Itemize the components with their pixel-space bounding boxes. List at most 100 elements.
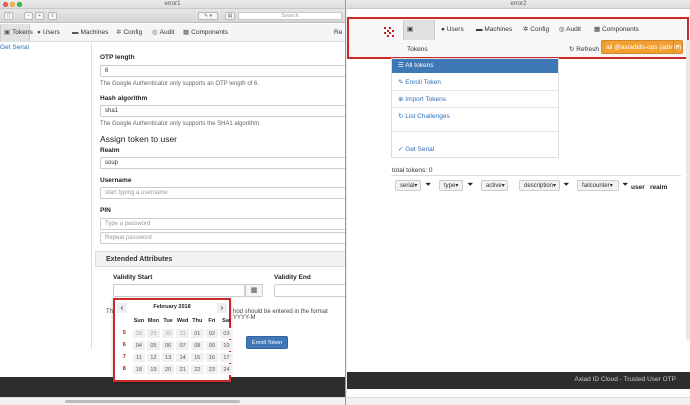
sidebar-item-list-challenges[interactable]: ↻ List Challenges xyxy=(398,112,450,120)
footer-text: Axiad ID Cloud - Trusted User OTP xyxy=(574,376,676,383)
calendar-day[interactable]: 24 xyxy=(219,364,234,375)
share-icon[interactable]: ⇪ xyxy=(48,12,57,20)
get-serial-link[interactable]: Get Serial xyxy=(0,44,29,51)
calendar-day[interactable]: 23 xyxy=(204,364,220,375)
hash-algorithm-select[interactable]: sha1 xyxy=(100,105,345,117)
calendar-day[interactable]: 17 xyxy=(219,352,234,363)
tab-tokens[interactable]: ▣ Tokens xyxy=(0,24,33,42)
refresh-button[interactable]: ↻ Refresh xyxy=(569,45,599,53)
pen-tool-icon[interactable]: ✎ ▾ xyxy=(198,12,218,20)
tab-machines[interactable]: ▬ Machines xyxy=(473,20,512,40)
footer-bar: Axiad ID Cloud - Trusted User OTP xyxy=(347,372,690,389)
datepicker-week-row: 7 11 12 13 14 15 16 17 xyxy=(117,352,234,363)
column-serial-sort[interactable]: serial▾ xyxy=(395,180,421,191)
search-field[interactable]: Search xyxy=(238,12,342,20)
calendar-day[interactable]: 22 xyxy=(189,364,205,375)
extended-attributes-header[interactable]: Extended Attributes xyxy=(95,251,345,267)
username-input[interactable]: start typing a username xyxy=(100,187,345,199)
calendar-day[interactable]: 29 xyxy=(146,328,161,339)
filter-icon[interactable]: ⏷ xyxy=(425,180,431,190)
tab-refresh-truncated[interactable]: Re xyxy=(331,24,342,42)
tab-config[interactable]: ✲ Config xyxy=(113,24,142,42)
tab-audit[interactable]: ◎ Audit xyxy=(556,20,581,40)
next-month-button[interactable]: › xyxy=(217,303,227,313)
otp-length-label: OTP length xyxy=(100,54,135,61)
calendar-day[interactable]: 19 xyxy=(146,364,161,375)
calendar-icon[interactable]: ▦ xyxy=(245,284,263,297)
calendar-day[interactable]: 03 xyxy=(219,328,234,339)
filter-icon[interactable]: ⏷ xyxy=(563,180,569,190)
calendar-day[interactable]: 07 xyxy=(175,340,190,351)
tab-machines[interactable]: ▬ Machines xyxy=(69,24,108,42)
week-number-header xyxy=(117,316,132,327)
horizontal-scrollbar[interactable] xyxy=(347,397,690,405)
divider xyxy=(392,131,558,132)
validity-end-input[interactable] xyxy=(274,284,345,297)
calendar-day[interactable]: 06 xyxy=(160,340,176,351)
sidebar-item-get-serial[interactable]: ✓ Get Serial xyxy=(398,145,434,153)
sidebar-item-enroll-token[interactable]: ✎ Enroll Token xyxy=(398,78,441,86)
divider xyxy=(392,107,558,108)
tab-users[interactable]: ● Users xyxy=(34,24,60,42)
column-realm: realm xyxy=(650,184,668,191)
sidebar-toggle-icon[interactable]: ▯ xyxy=(4,12,13,20)
tab-tokens[interactable]: ▣ Tokens xyxy=(403,20,435,53)
week-number: 8 xyxy=(122,366,126,372)
sidebar-item-all-tokens[interactable]: ☰ All tokens xyxy=(392,59,558,73)
calendar-day[interactable]: 18 xyxy=(131,364,147,375)
calendar-day[interactable]: 20 xyxy=(160,364,176,375)
otp-length-select[interactable]: 6 xyxy=(100,65,345,77)
calendar-day[interactable]: 21 xyxy=(175,364,190,375)
horizontal-scrollbar[interactable] xyxy=(0,397,345,405)
week-number: 7 xyxy=(122,354,126,360)
calendar-day[interactable]: 01 xyxy=(189,328,205,339)
repeat-pin-input[interactable]: Repeat password xyxy=(100,232,345,244)
tab-users[interactable]: ● Users xyxy=(438,20,464,40)
calendar-day[interactable]: 30 xyxy=(160,328,176,339)
reader-icon[interactable]: ▤ xyxy=(225,12,235,20)
weekday-header: Sat xyxy=(222,318,231,324)
weekday-header: Fri xyxy=(208,318,216,324)
calendar-day[interactable]: 15 xyxy=(189,352,205,363)
tab-config[interactable]: ✲ Config xyxy=(520,20,549,40)
calendar-day[interactable]: 02 xyxy=(204,328,220,339)
weekday-header: Mon xyxy=(147,318,160,324)
user-menu-button[interactable]: ali @axiadids-ops (admin) ▼ xyxy=(601,40,683,54)
zoom-in-icon[interactable]: + xyxy=(35,12,44,20)
chevron-down-icon[interactable]: ▼ xyxy=(673,41,682,53)
datepicker-month[interactable]: February 2018 xyxy=(131,304,213,310)
calendar-day[interactable]: 28 xyxy=(131,328,147,339)
pin-input[interactable]: Type a password xyxy=(100,218,345,230)
calendar-day[interactable]: 11 xyxy=(131,352,147,363)
calendar-day[interactable]: 09 xyxy=(204,340,220,351)
column-failcounter-sort[interactable]: failcounter▾ xyxy=(577,180,619,191)
column-active-sort[interactable]: active▾ xyxy=(481,180,508,191)
calendar-day[interactable]: 10 xyxy=(219,340,234,351)
vertical-scrollbar[interactable] xyxy=(686,40,690,340)
column-type-sort[interactable]: type▾ xyxy=(439,180,463,191)
total-tokens-count: total tokens: 0 xyxy=(392,167,433,174)
filter-icon[interactable]: ⏷ xyxy=(467,180,473,190)
filter-icon[interactable]: ⏷ xyxy=(622,180,628,190)
sidebar-item-import-tokens[interactable]: ⊕ Import Tokens xyxy=(398,95,446,103)
tab-components[interactable]: ▦ Components xyxy=(591,20,639,40)
calendar-day[interactable]: 05 xyxy=(146,340,161,351)
calendar-day[interactable]: 14 xyxy=(175,352,190,363)
enroll-token-button[interactable]: Enroll Token xyxy=(246,336,288,349)
calendar-day[interactable]: 16 xyxy=(204,352,220,363)
tab-audit[interactable]: ◎ Audit xyxy=(149,24,175,42)
calendar-day[interactable]: 08 xyxy=(189,340,205,351)
calendar-day[interactable]: 12 xyxy=(146,352,161,363)
realm-select[interactable]: soup xyxy=(100,157,345,169)
calendar-day[interactable]: 13 xyxy=(160,352,176,363)
prev-month-button[interactable]: ‹ xyxy=(117,303,127,313)
validity-start-input[interactable] xyxy=(113,284,245,297)
weekday-header: Wed xyxy=(176,318,189,324)
calendar-day[interactable]: 04 xyxy=(131,340,147,351)
zoom-out-icon[interactable]: − xyxy=(24,12,33,20)
column-description-sort[interactable]: description▾ xyxy=(519,180,560,191)
scrollbar-thumb[interactable] xyxy=(65,400,240,403)
tab-components[interactable]: ▦ Components xyxy=(180,24,228,42)
calendar-day[interactable]: 31 xyxy=(175,328,190,339)
pin-label: PIN xyxy=(100,207,111,214)
